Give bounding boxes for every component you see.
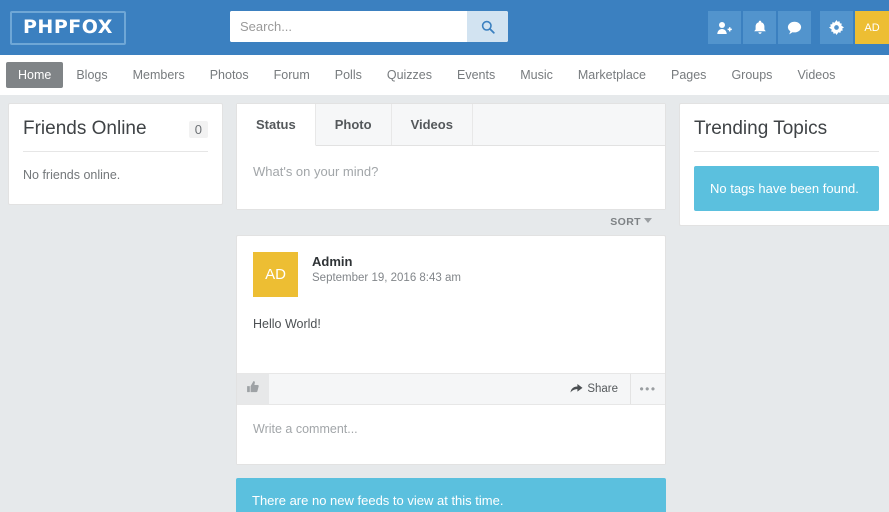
post-more-options-button[interactable]: ••• [631,374,665,404]
trending-topics-title: Trending Topics [694,118,828,139]
share-arrow-icon [570,382,583,396]
nav-item-home[interactable]: Home [6,62,64,88]
nav-item-members[interactable]: Members [121,62,197,88]
nav-item-music[interactable]: Music [508,62,565,88]
nav-item-forum[interactable]: Forum [262,62,322,88]
share-label: Share [587,383,618,395]
left-sidebar: Friends Online 0 No friends online. [8,103,223,205]
sort-control[interactable]: SORT [236,210,666,233]
status-input[interactable]: What's on your mind? [237,146,665,209]
trending-empty-message: No tags have been found. [694,166,879,211]
action-bar-spacer [269,374,558,404]
status-composer: Status Photo Videos What's on your mind? [236,103,666,210]
user-avatar[interactable]: AD [855,11,889,44]
nav-item-groups[interactable]: Groups [719,62,784,88]
chevron-down-icon [644,218,652,223]
tab-videos[interactable]: Videos [392,104,473,145]
search-bar [230,11,508,42]
nav-item-events[interactable]: Events [445,62,507,88]
post-body: Hello World! [253,317,321,331]
site-header: PHPFOX Search... AD [0,0,889,55]
main-column: Status Photo Videos What's on your mind?… [236,103,666,512]
search-button[interactable] [467,11,508,42]
add-friend-button[interactable] [708,11,741,44]
tab-status[interactable]: Status [237,104,316,146]
header-actions: AD [706,11,889,44]
trending-topics-header: Trending Topics [680,104,889,140]
settings-gear-icon [829,20,844,35]
page-content: Friends Online 0 No friends online. Stat… [0,95,889,512]
post-author[interactable]: Admin [312,254,461,269]
site-logo-text: PHPFOX [23,15,113,38]
tab-photo[interactable]: Photo [316,104,392,145]
nav-item-blogs[interactable]: Blogs [64,62,119,88]
friends-online-count: 0 [188,121,208,138]
add-friend-icon [717,21,732,35]
trending-topics-body: No tags have been found. [680,152,889,225]
post-header: AD Admin September 19, 2016 8:43 am [237,236,665,297]
search-input[interactable] [230,11,467,42]
post-timestamp: September 19, 2016 8:43 am [312,272,461,284]
messages-button[interactable] [778,11,811,44]
messages-chat-icon [787,21,802,35]
search-icon [481,20,495,34]
nav-item-marketplace[interactable]: Marketplace [566,62,658,88]
nav-item-polls[interactable]: Polls [323,62,374,88]
composer-tabs: Status Photo Videos [237,104,665,146]
nav-item-quizzes[interactable]: Quizzes [375,62,444,88]
friends-online-header: Friends Online 0 [9,104,222,140]
friends-online-block: Friends Online 0 No friends online. [8,103,223,205]
right-sidebar: Trending Topics No tags have been found. [679,103,889,226]
sort-label: SORT [610,216,641,228]
friends-online-empty-message: No friends online. [23,168,121,182]
post-action-bar: Share ••• [237,373,665,405]
thumbs-up-icon [246,380,260,399]
like-button[interactable] [237,374,269,404]
settings-button[interactable] [820,11,853,44]
site-logo[interactable]: PHPFOX [10,10,126,45]
trending-topics-block: Trending Topics No tags have been found. [679,103,889,226]
friends-online-title: Friends Online [23,118,147,139]
feed-empty-message: There are no new feeds to view at this t… [236,478,666,512]
post-avatar[interactable]: AD [253,252,298,297]
main-navigation: Home Blogs Members Photos Forum Polls Qu… [0,55,889,95]
notifications-bell-icon [753,20,767,35]
notifications-button[interactable] [743,11,776,44]
post-meta: Admin September 19, 2016 8:43 am [312,252,461,297]
feed-post: AD Admin September 19, 2016 8:43 am Hell… [236,235,666,465]
share-button[interactable]: Share [558,374,631,404]
comment-input[interactable]: Write a comment... [237,405,665,464]
nav-item-pages[interactable]: Pages [659,62,718,88]
nav-item-videos[interactable]: Videos [785,62,847,88]
nav-item-photos[interactable]: Photos [198,62,261,88]
